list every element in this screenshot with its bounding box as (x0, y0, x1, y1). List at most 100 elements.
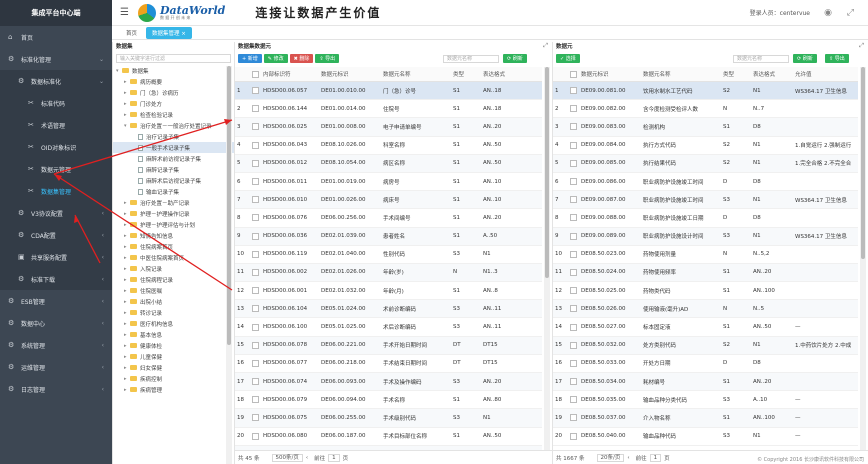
table-row[interactable]: 1 HDSD00.06.057 DE01.00.010.00 门（急）诊号 S1 AN..… (235, 82, 542, 101)
column-header[interactable]: 允许值 (793, 70, 851, 78)
row-checkbox-cell[interactable] (565, 196, 579, 204)
row-checkbox-cell[interactable] (247, 214, 261, 222)
tree-node[interactable]: 麻醉术前访视记录子集 (113, 153, 234, 164)
row-checkbox-cell[interactable] (565, 178, 579, 186)
tree-node[interactable]: 一般手术记录子集 (113, 142, 234, 153)
row-checkbox[interactable] (570, 359, 577, 367)
sidebar-item[interactable]: ⌂ 首页 (0, 26, 112, 48)
row-checkbox[interactable] (570, 105, 577, 113)
sidebar-item[interactable]: ✂ OID对象标识 (0, 136, 112, 158)
row-checkbox-cell[interactable] (565, 123, 579, 131)
element-search-input[interactable]: 数据元名称 (733, 55, 789, 63)
table-row[interactable]: 11 DE08.50.024.00 药物使用频率 S1 AN..20 (553, 263, 858, 283)
table-row[interactable]: 18 DE08.50.035.00 输血品种分类代码 S3 A..10 — (553, 391, 858, 410)
table-row[interactable]: 19 DE08.50.037.00 介入物名称 S1 AN..100 — (553, 409, 858, 428)
row-checkbox[interactable] (252, 323, 259, 331)
row-checkbox-cell[interactable] (247, 378, 261, 386)
row-checkbox-cell[interactable] (247, 159, 261, 167)
dataset-button[interactable]: ⇪ 导出 (315, 53, 340, 63)
row-checkbox-cell[interactable] (565, 396, 579, 404)
element-refresh-button[interactable]: ⟳ 刷新 (793, 54, 817, 63)
tree-node[interactable]: ▸ 入院记录 (113, 263, 234, 274)
table-row[interactable]: 20 HDSD00.06.080 DE06.00.187.00 手术目标部位名称 S1 A… (235, 428, 542, 446)
table-row[interactable]: 3 HDSD00.06.025 DE01.00.008.00 电子申请单编号 S1 AN.… (235, 118, 542, 137)
row-checkbox-cell[interactable] (565, 341, 579, 349)
row-checkbox[interactable] (252, 287, 259, 295)
tree-node[interactable]: ▸ 护理－护理评估与计划 (113, 219, 234, 230)
row-checkbox-cell[interactable] (565, 105, 579, 113)
table-row[interactable]: 9 DE09.00.089.00 职业病防护设施设计时间 S3 N1 WS364.17 卫… (553, 227, 858, 246)
tree-node[interactable]: ▸ 疾病管理 (113, 384, 234, 395)
column-header[interactable]: 表达格式 (481, 70, 525, 78)
sidebar-item[interactable]: ⚙ 日志管理 ‹ (0, 378, 112, 400)
row-checkbox-cell[interactable] (565, 232, 579, 240)
select-all-checkbox[interactable] (570, 70, 577, 78)
table-row[interactable]: 17 DE08.50.034.00 耗材编号 S1 AN..20 (553, 373, 858, 392)
column-header[interactable]: 类型 (451, 70, 481, 78)
table-row[interactable]: 5 HDSD00.06.012 DE08.10.054.00 病区名称 S1 AN..50 (235, 154, 542, 173)
tree-node[interactable]: ▸ 出院小结 (113, 296, 234, 307)
row-checkbox-cell[interactable] (247, 268, 261, 276)
tree-node[interactable]: ▸ 妇女保健 (113, 362, 234, 373)
table-row[interactable]: 7 HDSD00.06.010 DE01.00.026.00 病床号 S1 AN..10 (235, 191, 542, 210)
row-checkbox[interactable] (252, 414, 259, 422)
sidebar-item[interactable]: ✂ 数据集管理 (0, 180, 112, 202)
sidebar-item[interactable]: ⚙ 标准下载 ‹ (0, 268, 112, 290)
row-checkbox[interactable] (570, 196, 577, 204)
sidebar-item[interactable]: ⚙ 数据中心 ‹ (0, 312, 112, 334)
row-checkbox-cell[interactable] (247, 359, 261, 367)
sidebar-item[interactable]: ⚙ 数据标准化 ⌄ (0, 70, 112, 92)
row-checkbox[interactable] (570, 214, 577, 222)
sidebar-item[interactable]: ✂ 术语管理 (0, 114, 112, 136)
menu-toggle-icon[interactable]: ☰ (120, 7, 130, 18)
row-checkbox[interactable] (252, 123, 259, 131)
row-checkbox-cell[interactable] (565, 323, 579, 331)
dataset-button[interactable]: + 新增 (238, 53, 262, 63)
tree-node[interactable]: 输血记录子集 (113, 186, 234, 197)
row-checkbox-cell[interactable] (247, 250, 261, 258)
element-button[interactable]: ✓ 选择 (556, 53, 580, 63)
row-checkbox-cell[interactable] (247, 141, 261, 149)
dataset-grid-scrollbar[interactable] (544, 67, 550, 450)
maximize-icon[interactable]: ⤢ (543, 42, 548, 50)
row-checkbox[interactable] (570, 432, 577, 440)
dataset-search-input[interactable]: 数据元名称 (443, 55, 499, 63)
tree-node[interactable]: ▸ 住院病程记录 (113, 274, 234, 285)
tree-node[interactable]: 麻醉记录子集 (113, 164, 234, 175)
row-checkbox-cell[interactable] (247, 232, 261, 240)
row-checkbox[interactable] (570, 268, 577, 276)
tree-node[interactable]: ▸ 治疗处置－助产记录 (113, 197, 234, 208)
column-header[interactable] (247, 70, 261, 78)
row-checkbox-cell[interactable] (565, 414, 579, 422)
element-prev-icon[interactable]: ‹ (627, 455, 629, 461)
sidebar-item[interactable]: ⚙ ESB管理 ‹ (0, 290, 112, 312)
dataset-button[interactable]: ✎ 修改 (263, 53, 288, 63)
tree-node[interactable]: ▸ 健康体检 (113, 340, 234, 351)
table-row[interactable]: 3 DE09.00.083.00 检测机构 S1 D8 (553, 118, 858, 137)
tree-node[interactable]: ▸ 中医住院病案首页 (113, 252, 234, 263)
row-checkbox-cell[interactable] (565, 159, 579, 167)
row-checkbox[interactable] (252, 87, 259, 95)
row-checkbox[interactable] (570, 414, 577, 422)
tree-node[interactable]: ▸ 病历概要 (113, 76, 234, 87)
column-header[interactable]: 内部标识符 (261, 70, 319, 78)
row-checkbox[interactable] (252, 214, 259, 222)
table-row[interactable]: 6 DE09.00.086.00 职业病防护设施竣工时间 D D8 (553, 173, 858, 192)
sidebar-item[interactable]: ⚙ 标准化管理 ⌄ (0, 48, 112, 70)
row-checkbox[interactable] (252, 141, 259, 149)
row-checkbox-cell[interactable] (247, 341, 261, 349)
sidebar-item[interactable]: ⚙ 系统管理 ‹ (0, 334, 112, 356)
tree-node[interactable]: ▸ 医疗机构信息 (113, 318, 234, 329)
table-row[interactable]: 16 HDSD00.06.077 DE06.00.218.00 手术结束日期时间 DT D… (235, 355, 542, 373)
row-checkbox[interactable] (570, 123, 577, 131)
row-checkbox[interactable] (570, 396, 577, 404)
tree-node[interactable]: ▸ 疾病控制 (113, 373, 234, 384)
table-row[interactable]: 4 HDSD00.06.043 DE08.10.026.00 科室名称 S1 AN..50 (235, 137, 542, 155)
row-checkbox-cell[interactable] (247, 414, 261, 422)
table-row[interactable]: 5 DE09.00.085.00 执行结果代码 S2 N1 1.完全合格 2.不完全合格 (553, 154, 858, 173)
tree-node[interactable]: ▾ 数据集 (113, 65, 234, 76)
row-checkbox-cell[interactable] (247, 287, 261, 295)
row-checkbox-cell[interactable] (565, 87, 579, 95)
table-row[interactable]: 13 DE08.50.026.00 使用输液(毫升)AD N N..5 (553, 300, 858, 319)
row-checkbox[interactable] (252, 178, 259, 186)
